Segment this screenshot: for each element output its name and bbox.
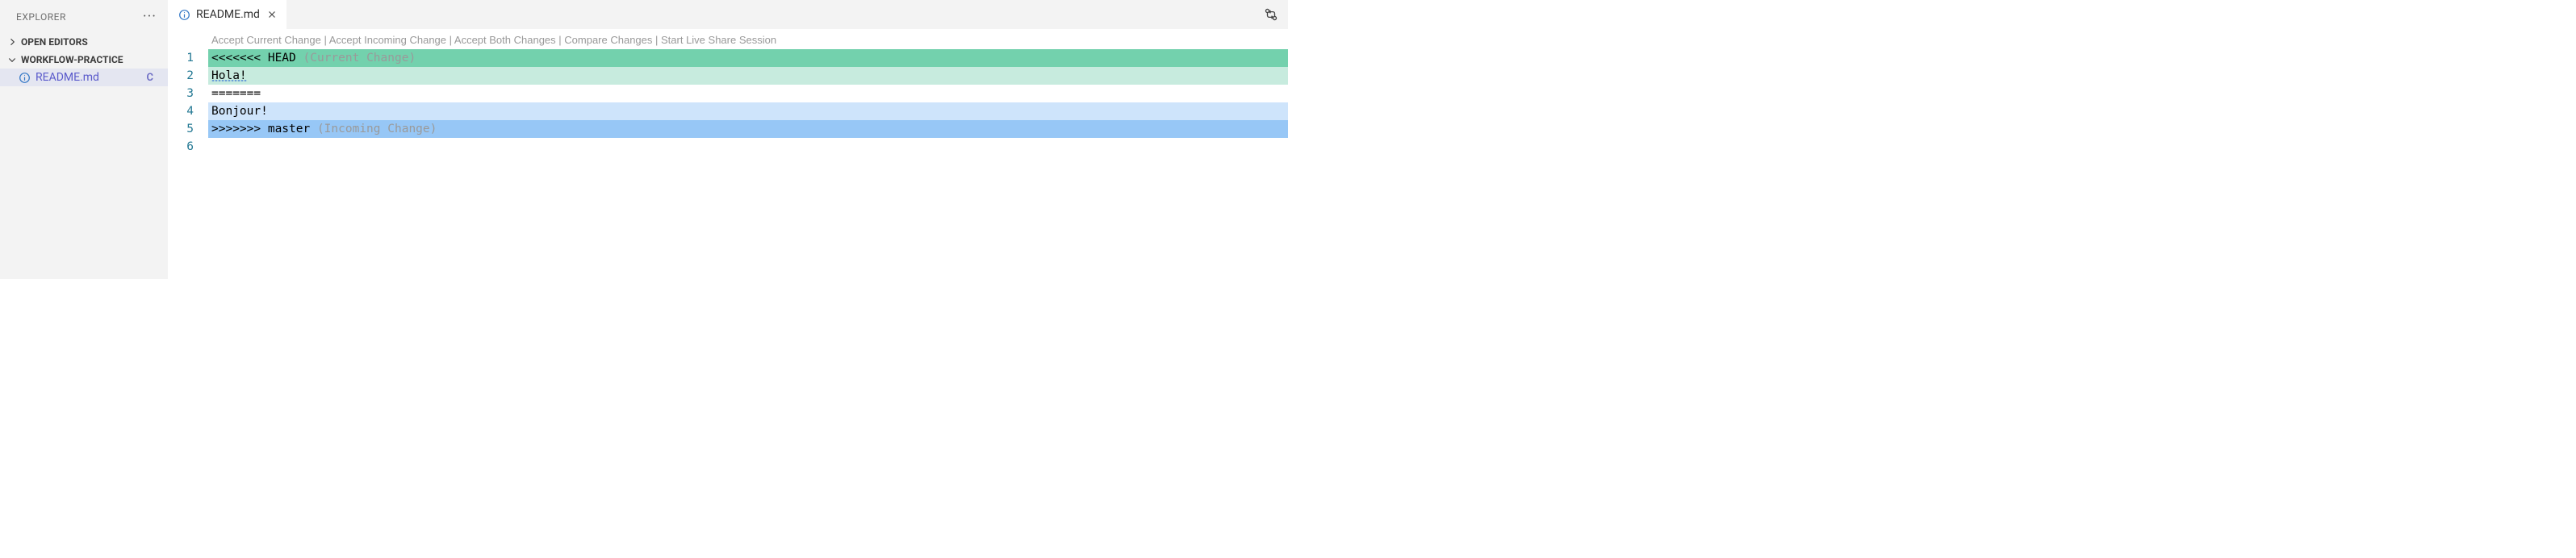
section-open-editors[interactable]: OPEN EDITORS xyxy=(0,33,168,51)
editor-area: README.md Accept Current Change | Accept xyxy=(168,0,1288,279)
tab-readme[interactable]: README.md xyxy=(168,0,287,29)
code-line[interactable] xyxy=(208,138,1288,156)
tab-label: README.md xyxy=(196,8,260,21)
code-line[interactable]: Hola! xyxy=(208,67,1288,85)
file-name: README.md xyxy=(36,71,99,84)
section-label: OPEN EDITORS xyxy=(21,36,88,48)
code-editor[interactable]: 123456 <<<<<<< HEAD (Current Change)Hola… xyxy=(168,49,1288,156)
section-workflow-practice[interactable]: WORKFLOW-PRACTICE xyxy=(0,51,168,69)
tab-bar: README.md xyxy=(168,0,1288,29)
codelens-live-share[interactable]: Start Live Share Session xyxy=(661,34,776,46)
codelens-accept-current[interactable]: Accept Current Change xyxy=(211,34,321,46)
sidebar-header: EXPLORER ··· xyxy=(0,0,168,33)
merge-codelens: Accept Current Change | Accept Incoming … xyxy=(168,29,1288,49)
line-number: 3 xyxy=(168,85,194,102)
codelens-accept-incoming[interactable]: Accept Incoming Change xyxy=(329,34,446,46)
chevron-down-icon xyxy=(6,54,18,65)
section-label: WORKFLOW-PRACTICE xyxy=(21,54,123,65)
merge-hint: (Incoming Change) xyxy=(317,123,437,135)
line-number: 1 xyxy=(168,49,194,67)
merge-hint: (Current Change) xyxy=(303,52,416,65)
more-actions-icon[interactable]: ··· xyxy=(143,8,157,25)
codelens-compare[interactable]: Compare Changes xyxy=(564,34,652,46)
code-line[interactable]: >>>>>>> master (Incoming Change) xyxy=(208,120,1288,138)
close-icon[interactable] xyxy=(266,8,278,21)
info-icon xyxy=(18,71,31,84)
info-icon xyxy=(178,8,190,21)
file-status-badge: C xyxy=(147,72,159,84)
line-number: 4 xyxy=(168,102,194,120)
explorer-sidebar: EXPLORER ··· OPEN EDITORS WORKFLOW-PRACT… xyxy=(0,0,168,279)
code-line[interactable]: ======= xyxy=(208,85,1288,102)
code-line[interactable]: Bonjour! xyxy=(208,102,1288,120)
tab-bar-left: README.md xyxy=(168,0,287,29)
tab-bar-right xyxy=(1264,0,1288,29)
line-number: 5 xyxy=(168,120,194,138)
file-item-left: README.md xyxy=(18,71,99,84)
chevron-right-icon xyxy=(6,36,18,48)
code-line[interactable]: <<<<<<< HEAD (Current Change) xyxy=(208,49,1288,67)
codelens-accept-both[interactable]: Accept Both Changes xyxy=(454,34,556,46)
file-item-readme[interactable]: README.md C xyxy=(0,69,168,86)
sidebar-title: EXPLORER xyxy=(16,11,66,23)
code-lines[interactable]: <<<<<<< HEAD (Current Change)Hola!======… xyxy=(208,49,1288,156)
line-number: 2 xyxy=(168,67,194,85)
compare-changes-icon[interactable] xyxy=(1264,7,1278,22)
line-number-gutter: 123456 xyxy=(168,49,208,156)
line-number: 6 xyxy=(168,138,194,156)
